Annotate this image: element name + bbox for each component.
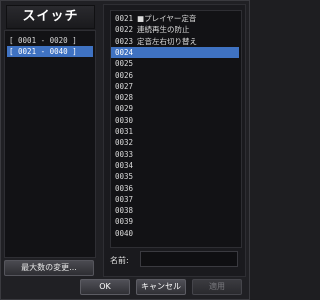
switch-number: 0037: [115, 194, 134, 204]
switch-number: 0039: [115, 217, 134, 227]
switch-row[interactable]: 0033: [111, 149, 239, 160]
switch-number: 0040: [115, 228, 134, 238]
range-item-0021-0040[interactable]: [ 0021 - 0040 ]: [7, 46, 93, 57]
name-label: 名前:: [110, 256, 129, 265]
switch-row[interactable]: 0027: [111, 81, 239, 92]
switch-name: 連続再生の防止: [137, 25, 190, 35]
switch-row[interactable]: 0037: [111, 194, 239, 205]
switch-row[interactable]: 0040: [111, 228, 239, 239]
switch-row[interactable]: 0021 ■プレイヤー定音: [111, 13, 239, 24]
range-list[interactable]: [ 0001 - 0020 ] [ 0021 - 0040 ]: [4, 30, 96, 258]
switch-number: 0032: [115, 138, 134, 148]
switch-row[interactable]: 0028: [111, 92, 239, 103]
switch-number: 0036: [115, 183, 134, 193]
apply-button[interactable]: 適用: [192, 279, 242, 295]
switch-number: 0030: [115, 115, 134, 125]
switch-row[interactable]: 0039: [111, 216, 239, 227]
switch-row[interactable]: 0038: [111, 205, 239, 216]
switch-row[interactable]: 0025: [111, 58, 239, 69]
switch-number: 0024: [115, 47, 134, 57]
switch-row[interactable]: 0024: [111, 46, 239, 58]
switch-number: 0038: [115, 206, 134, 216]
switch-number: 0031: [115, 127, 134, 136]
switch-list[interactable]: 0021 ■プレイヤー定音 0022 連続再生の防止 0023 定音左右切り替え 0024 0…: [110, 10, 242, 248]
switch-row[interactable]: 0035: [111, 171, 239, 182]
switch-number: 0029: [115, 104, 134, 114]
dialog-title: スイッチ: [6, 5, 95, 29]
switch-row[interactable]: 0032: [111, 137, 239, 148]
name-input[interactable]: [140, 251, 238, 267]
switch-number: 0035: [115, 172, 134, 182]
range-item-0001-0020[interactable]: [ 0001 - 0020 ]: [7, 35, 93, 46]
switch-number: 0033: [115, 149, 134, 159]
switch-row[interactable]: 0034: [111, 160, 239, 171]
switch-number: 0023: [115, 36, 134, 46]
switch-number: 0021: [115, 14, 134, 23]
switch-number: 0025: [115, 59, 134, 69]
change-max-button[interactable]: 最大数の変更...: [4, 260, 94, 276]
switch-row[interactable]: 0031: [111, 126, 239, 137]
switch-number: 0028: [115, 93, 134, 103]
switch-row[interactable]: 0022 連続再生の防止: [111, 24, 239, 35]
switch-number: 0027: [115, 81, 134, 91]
switch-name: ■プレイヤー定音: [137, 14, 197, 23]
switch-row[interactable]: 0036: [111, 183, 239, 194]
switch-row[interactable]: 0023 定音左右切り替え: [111, 36, 239, 47]
switch-number: 0022: [115, 25, 134, 35]
cancel-button[interactable]: キャンセル: [136, 279, 186, 295]
switch-row[interactable]: 0026: [111, 70, 239, 81]
switch-number: 0034: [115, 160, 134, 170]
switch-number: 0026: [115, 70, 134, 80]
switch-row[interactable]: 0030: [111, 115, 239, 126]
ok-button[interactable]: OK: [80, 279, 130, 295]
switch-row[interactable]: 0029: [111, 103, 239, 114]
switch-name: 定音左右切り替え: [137, 36, 197, 46]
